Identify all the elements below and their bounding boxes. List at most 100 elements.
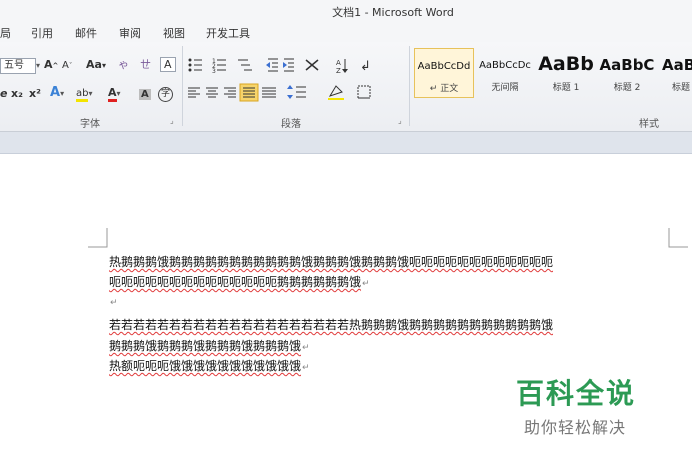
paragraph-mark: ↵ xyxy=(302,363,310,373)
document-line[interactable]: 鹅鹅鹅饿鹅鹅鹅饿鹅鹅鹅饿鹅鹅鹅饿↵ xyxy=(109,337,310,354)
ribbon-tabs: 局 引用 邮件 审阅 视图 开发工具 xyxy=(0,22,692,42)
chevron-down-icon: ▾ xyxy=(36,61,41,70)
group-divider xyxy=(409,46,410,126)
style-heading-1[interactable]: AaBb 标题 1 xyxy=(536,48,596,98)
style-name: 标题 xyxy=(672,83,691,93)
change-case-button[interactable]: Aa▾ xyxy=(86,56,106,74)
document-line[interactable]: 热鹅鹅鹅饿鹅鹅鹅鹅鹅鹅鹅鹅鹅鹅鹅饿鹅鹅鹅饿鹅鹅鹅饿呃呃呃呃呃呃呃呃呃呃呃呃 xyxy=(109,253,554,270)
chinese-layout-icon xyxy=(305,59,319,71)
window-title: 文档1 - Microsoft Word xyxy=(332,6,454,19)
line-spacing-icon xyxy=(287,85,306,99)
char-shading-button[interactable]: A xyxy=(139,85,151,103)
style-heading-2[interactable]: AaBbC 标题 2 xyxy=(597,48,657,98)
enclose-char-button[interactable]: 字 xyxy=(158,84,173,102)
subscript-button[interactable]: x₂ xyxy=(11,85,23,103)
style-sample: AaBb xyxy=(538,53,594,75)
style-title[interactable]: AaB 标题 xyxy=(658,48,692,98)
shading-icon xyxy=(328,85,344,100)
subscript-icon: x₂ xyxy=(11,87,23,100)
tab-references[interactable]: 引用 xyxy=(31,25,53,41)
margin-corner-mark xyxy=(668,228,688,248)
grow-font-button[interactable]: A^ xyxy=(44,56,58,74)
phonetic-guide-icon: ㄝ xyxy=(140,58,151,71)
char-shading-icon: A xyxy=(139,89,151,100)
justify-icon xyxy=(239,83,259,102)
dialog-launcher-icon[interactable]: ⌟ xyxy=(170,116,174,125)
font-size-value: 五号 xyxy=(0,58,36,74)
style-sample: AaBbCcDd xyxy=(417,61,471,72)
ruler-strip xyxy=(0,132,692,154)
highlight-icon: ab xyxy=(76,88,89,102)
style-name: ↵ 正文 xyxy=(429,84,459,94)
tab-view[interactable]: 视图 xyxy=(163,25,185,41)
dialog-launcher-icon[interactable]: ⌟ xyxy=(398,116,402,125)
margin-corner-mark xyxy=(88,228,108,248)
superscript-icon: x² xyxy=(29,87,41,100)
paragraph-tools: 1 2 3 AZ ↲ xyxy=(188,58,371,102)
style-name: 无间隔 xyxy=(491,83,519,93)
borders-icon xyxy=(357,85,371,99)
text-effect-icon: A xyxy=(50,85,61,100)
line-text: 热鹅鹅鹅饿鹅鹅鹅鹅鹅鹅鹅鹅鹅鹅鹅饿鹅鹅鹅饿鹅鹅鹅饿呃呃呃呃呃呃呃呃呃呃呃呃 xyxy=(109,255,554,269)
font-group-label: 字体 xyxy=(80,119,100,130)
shrink-font-button[interactable]: Aˇ xyxy=(62,57,72,75)
paragraph-mark: ↵ xyxy=(362,279,370,289)
clear-format-icon: ゃ xyxy=(118,58,129,71)
chevron-down-icon: ▾ xyxy=(116,89,121,98)
font-size-select[interactable]: 五号 ▾ xyxy=(0,56,40,74)
font-color-button[interactable]: A▾ xyxy=(108,84,121,102)
watermark-title: 百科全说 xyxy=(516,377,637,410)
char-border-icon: A xyxy=(160,57,176,72)
sort-icon: AZ xyxy=(336,59,348,75)
document-line[interactable]: 呃呃呃呃呃呃呃呃呃呃呃呃呃呃鹅鹅鹅鹅鹅鹅饿↵ xyxy=(109,273,370,290)
document-line[interactable]: ↵ xyxy=(109,294,118,308)
svg-text:Z: Z xyxy=(336,67,341,75)
line-text: 若若若若若若若若若若若若若若若若若若若若热鹅鹅鹅饿鹅鹅鹅鹅鹅鹅鹅鹅鹅鹅鹅饿 xyxy=(109,318,554,332)
style-name: 标题 1 xyxy=(552,83,580,93)
clear-format-button[interactable]: ゃ xyxy=(118,56,129,74)
svg-text:↲: ↲ xyxy=(360,59,371,74)
style-no-spacing[interactable]: AaBbCcDc 无间隔 xyxy=(475,48,535,98)
text-effect-button[interactable]: A▾ xyxy=(50,84,64,102)
bullets-icon xyxy=(188,58,202,72)
highlight-button[interactable]: ab▾ xyxy=(76,84,93,102)
chevron-down-icon: ▾ xyxy=(101,61,106,70)
tab-developer[interactable]: 开发工具 xyxy=(206,25,250,41)
style-name: 标题 2 xyxy=(613,83,641,93)
watermark-subtitle: 助你轻松解决 xyxy=(524,418,627,437)
change-case-icon: Aa xyxy=(86,58,102,71)
show-marks-icon: ↲ xyxy=(360,59,371,74)
superscript-button[interactable]: x² xyxy=(29,85,41,103)
tab-review[interactable]: 审阅 xyxy=(119,25,141,41)
strike-icon[interactable]: e xyxy=(0,85,7,103)
line-text: 呃呃呃呃呃呃呃呃呃呃呃呃呃呃鹅鹅鹅鹅鹅鹅饿 xyxy=(109,275,362,289)
style-sample: AaBbC xyxy=(599,56,655,74)
line-text: 鹅鹅鹅饿鹅鹅鹅饿鹅鹅鹅饿鹅鹅鹅饿 xyxy=(109,339,302,353)
style-sample: AaBbCcDc xyxy=(479,60,531,71)
phonetic-guide-button[interactable]: ㄝ xyxy=(140,56,151,74)
shrink-font-icon: A xyxy=(62,60,69,71)
numbering-icon: 1 2 3 xyxy=(212,58,226,75)
svg-text:A: A xyxy=(336,59,341,67)
document-line[interactable]: 若若若若若若若若若若若若若若若若若若若若热鹅鹅鹅饿鹅鹅鹅鹅鹅鹅鹅鹅鹅鹅鹅饿 xyxy=(109,316,554,333)
tab-mailings[interactable]: 邮件 xyxy=(75,25,97,41)
decrease-indent-icon xyxy=(266,58,278,72)
title-bar: 文档1 - Microsoft Word xyxy=(0,0,692,22)
paragraph-group-label: 段落 xyxy=(281,119,301,130)
enclose-char-icon: 字 xyxy=(158,87,173,102)
caret-down-icon: ˇ xyxy=(68,62,73,70)
multilevel-list-icon xyxy=(238,59,252,71)
ribbon: 五号 ▾ A^ Aˇ Aa▾ ゃ ㄝ A e x₂ x² A▾ ab▾ A▾ A … xyxy=(0,42,692,132)
paragraph-mark: ↵ xyxy=(302,343,310,353)
line-text: 热额呃呃呃饿饿饿饿饿饿饿饿饿饿饿 xyxy=(109,359,302,373)
style-normal[interactable]: AaBbCcDd ↵ 正文 xyxy=(414,48,474,98)
increase-indent-icon xyxy=(283,58,294,72)
char-border-button[interactable]: A xyxy=(160,56,176,74)
style-sample: AaB xyxy=(662,56,692,74)
caret-up-icon: ^ xyxy=(52,62,59,70)
chevron-down-icon: ▾ xyxy=(60,89,65,98)
document-line[interactable]: 热额呃呃呃饿饿饿饿饿饿饿饿饿饿饿↵ xyxy=(109,357,310,374)
grow-font-icon: A xyxy=(44,58,53,71)
align-right-icon xyxy=(224,87,236,98)
tab-layout[interactable]: 局 xyxy=(0,25,11,41)
